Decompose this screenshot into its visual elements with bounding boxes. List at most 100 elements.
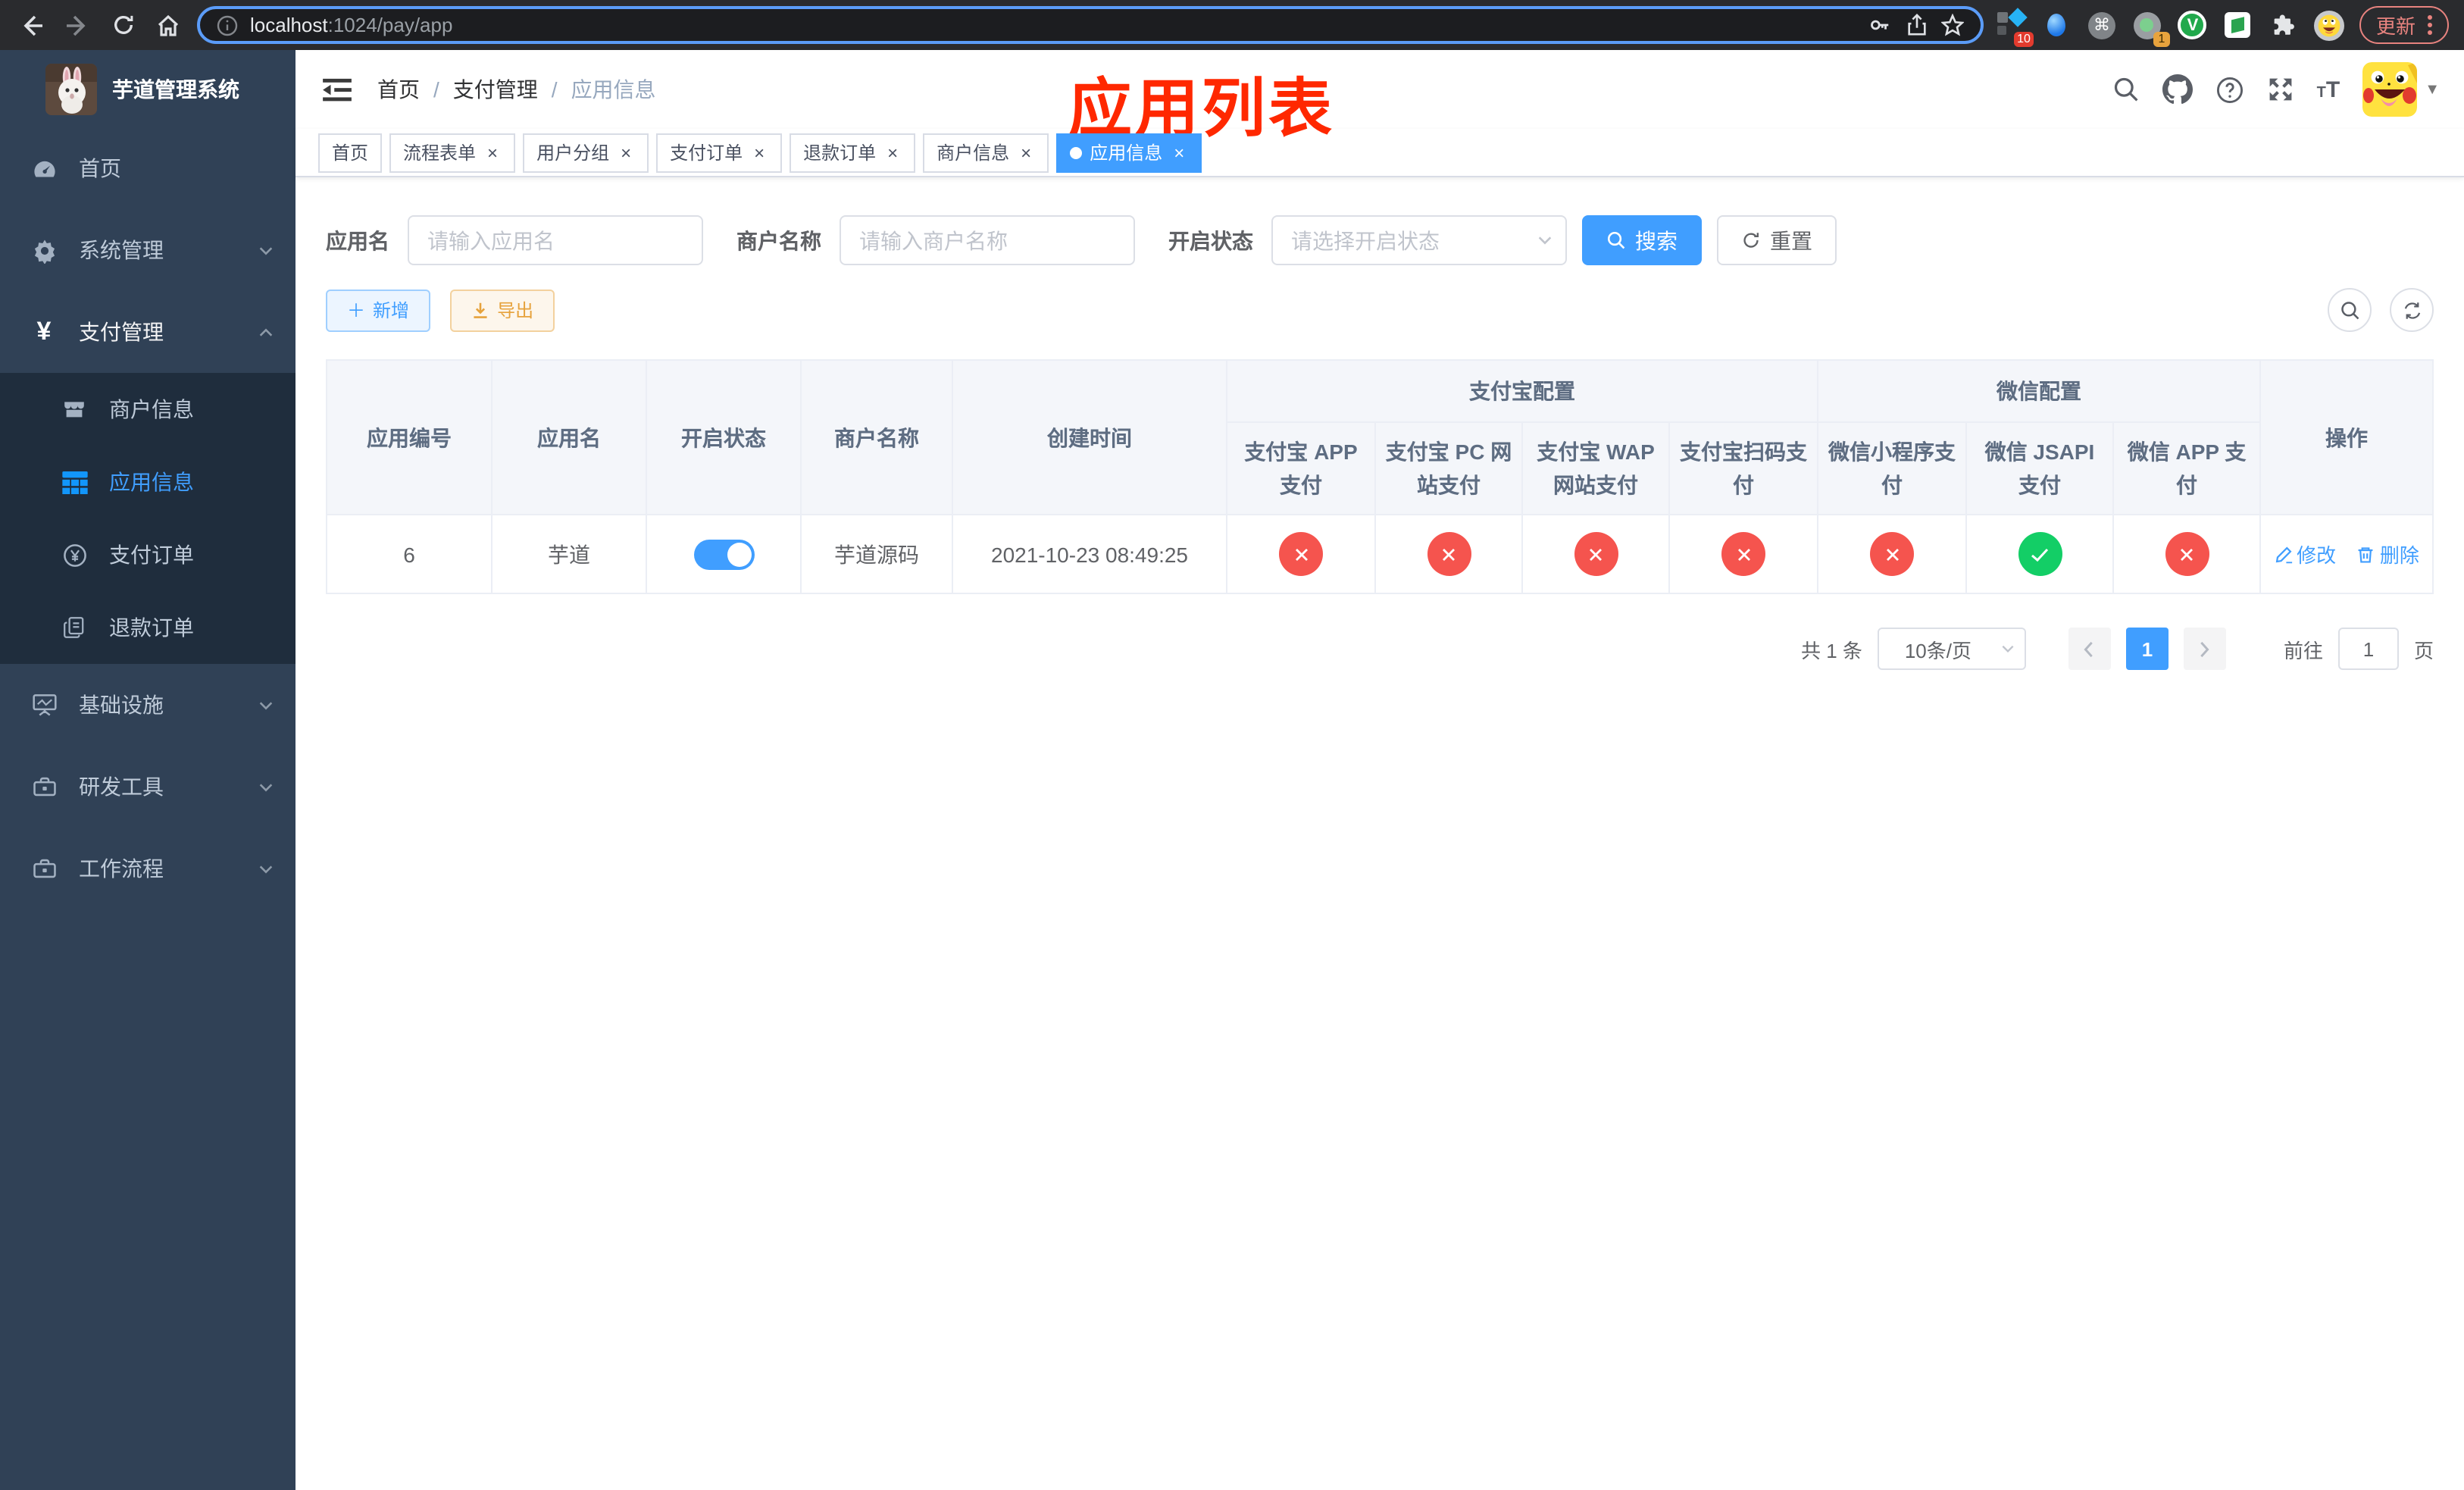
close-icon[interactable]: × <box>750 142 768 163</box>
col-merchant: 商户名称 <box>800 359 953 515</box>
translate-extension-icon[interactable]: 10 <box>1996 7 2034 46</box>
bookmark-star-icon[interactable] <box>1941 8 1965 42</box>
browser-menu-icon[interactable] <box>2428 15 2432 35</box>
col-alipay-pc: 支付宝 PC 网站支付 <box>1374 421 1523 515</box>
goto-page-input[interactable] <box>2337 628 2399 670</box>
breadcrumb-payment[interactable]: 支付管理 <box>453 74 538 105</box>
app-table: 应用编号 应用名 开启状态 商户名称 创建时间 支付宝配置 微信配置 操作 支付… <box>326 359 2434 594</box>
sidebar-item-payment[interactable]: ¥ 支付管理 <box>0 291 295 373</box>
v-extension-icon[interactable]: V <box>2178 10 2208 40</box>
home-icon[interactable] <box>152 8 185 42</box>
tab-pay-order[interactable]: 支付订单 × <box>656 133 783 172</box>
profile-avatar-icon[interactable] <box>2313 10 2344 40</box>
notes-extension-icon[interactable] <box>2223 10 2253 40</box>
tab-process-form[interactable]: 流程表单 × <box>389 133 516 172</box>
next-page-button[interactable] <box>2183 628 2226 670</box>
sidebar-item-pay-orders[interactable]: 支付订单 <box>0 518 295 591</box>
tab-merchant-info[interactable]: 商户信息 × <box>923 133 1049 172</box>
translate-badge: 10 <box>2014 31 2034 46</box>
sidebar-item-merchant-info[interactable]: 商户信息 <box>0 373 295 446</box>
group-alipay-config: 支付宝配置 <box>1226 359 1818 423</box>
yen-icon: ¥ <box>36 317 52 346</box>
share-icon[interactable] <box>1905 8 1929 42</box>
recorder-badge: 1 <box>2153 31 2170 46</box>
edit-link[interactable]: 修改 <box>2274 540 2336 568</box>
delete-link[interactable]: 删除 <box>2357 540 2419 568</box>
search-button[interactable]: 搜索 <box>1582 215 1702 265</box>
balloon-extension-icon[interactable] <box>2041 10 2072 40</box>
plus-icon: ＋ <box>347 300 366 321</box>
sidebar-item-app-info[interactable]: 应用信息 <box>0 446 295 518</box>
cell-created: 2021-10-23 08:49:25 <box>952 514 1227 594</box>
forward-icon[interactable] <box>61 8 94 42</box>
breadcrumb: 首页 / 支付管理 / 应用信息 <box>377 74 656 105</box>
table-refresh-button[interactable] <box>2390 288 2434 332</box>
payment-submenu: 商户信息 应用信息 支付订单 退款订单 <box>0 373 295 664</box>
help-icon[interactable] <box>2215 75 2244 104</box>
sidebar: 芋道管理系统 首页 系统管理 ¥ 支付管理 商户信息 应用信息 支付订单 退款订… <box>0 50 295 1490</box>
logo-rabbit-icon <box>45 63 97 114</box>
table-search-toggle-button[interactable] <box>2328 288 2372 332</box>
site-info-icon[interactable] <box>215 14 238 36</box>
total-count: 共 1 条 <box>1801 639 1862 662</box>
merchant-name-input[interactable] <box>840 215 1135 265</box>
sidebar-item-home[interactable]: 首页 <box>0 127 295 209</box>
page-size-select[interactable] <box>1877 628 2026 670</box>
recorder-extension-icon[interactable]: 1 <box>2132 10 2170 46</box>
wx-app-status-icon <box>2165 532 2209 576</box>
app-name-input[interactable] <box>408 215 703 265</box>
sidebar-item-system[interactable]: 系统管理 <box>0 209 295 291</box>
github-icon[interactable] <box>2162 74 2193 105</box>
reload-icon[interactable] <box>106 8 139 42</box>
col-wx-mini: 微信小程序支付 <box>1817 421 1967 515</box>
close-icon[interactable]: × <box>1017 142 1035 163</box>
page-number-1[interactable]: 1 <box>2125 628 2169 670</box>
sidebar-item-workflow[interactable]: 工作流程 <box>0 828 295 909</box>
tags-view-bar: 首页 流程表单 × 用户分组 × 支付订单 × 退款订单 × 商户信息 × 应用信息 × <box>295 129 2464 177</box>
browser-update-button[interactable]: 更新 <box>2359 6 2449 44</box>
chevron-down-icon <box>258 242 274 258</box>
tab-user-group[interactable]: 用户分组 × <box>523 133 649 172</box>
add-button[interactable]: ＋ 新增 <box>326 289 431 331</box>
goto-label: 前往 <box>2283 639 2323 662</box>
enabled-toggle[interactable] <box>693 539 754 569</box>
address-bar[interactable]: localhost:1024/pay/app <box>197 6 1984 44</box>
sidebar-item-infra[interactable]: 基础设施 <box>0 664 295 746</box>
prev-page-button[interactable] <box>2068 628 2111 670</box>
sidebar-item-refund-orders[interactable]: 退款订单 <box>0 591 295 664</box>
reset-button[interactable]: 重置 <box>1717 215 1837 265</box>
pencil-icon <box>2275 546 2292 563</box>
close-icon[interactable]: × <box>1170 142 1188 163</box>
breadcrumb-home[interactable]: 首页 <box>377 74 420 105</box>
sidebar-collapse-icon[interactable] <box>320 73 353 106</box>
tab-home[interactable]: 首页 <box>318 133 383 172</box>
export-button[interactable]: 导出 <box>450 289 555 331</box>
close-icon[interactable]: × <box>483 142 502 163</box>
close-icon[interactable]: × <box>883 142 902 163</box>
wx-mini-status-icon <box>1870 532 1914 576</box>
search-icon[interactable] <box>2112 76 2140 103</box>
yen-circle-icon <box>61 542 88 568</box>
command-extension-icon[interactable]: ⌘ <box>2087 10 2117 40</box>
monitor-chart-icon <box>30 693 58 717</box>
status-label: 开启状态 <box>1168 228 1253 252</box>
top-navbar: 首页 / 支付管理 / 应用信息 应用列表 TT ▼ <box>295 50 2464 144</box>
tab-refund-order[interactable]: 退款订单 × <box>790 133 916 172</box>
app-logo[interactable]: 芋道管理系统 <box>0 50 295 127</box>
close-icon[interactable]: × <box>617 142 635 163</box>
status-select[interactable] <box>1271 215 1567 265</box>
tab-app-info[interactable]: 应用信息 × <box>1056 133 1202 172</box>
browser-toolbar: localhost:1024/pay/app 10 ⌘ 1 V 更新 <box>0 0 2464 50</box>
cell-app-id: 6 <box>326 514 492 594</box>
col-actions: 操作 <box>2259 359 2434 515</box>
fullscreen-icon[interactable] <box>2267 76 2294 103</box>
puzzle-extensions-icon[interactable] <box>2269 10 2299 40</box>
avatar-caret-icon[interactable]: ▼ <box>2425 81 2440 98</box>
sidebar-item-devtools[interactable]: 研发工具 <box>0 746 295 828</box>
font-size-icon[interactable]: TT <box>2317 77 2340 102</box>
screen: localhost:1024/pay/app 10 ⌘ 1 V 更新 芋道管理系… <box>0 0 2464 1490</box>
breadcrumb-current: 应用信息 <box>571 77 656 102</box>
back-icon[interactable] <box>15 8 48 42</box>
password-key-icon[interactable] <box>1868 8 1893 42</box>
user-avatar[interactable] <box>2362 62 2418 117</box>
